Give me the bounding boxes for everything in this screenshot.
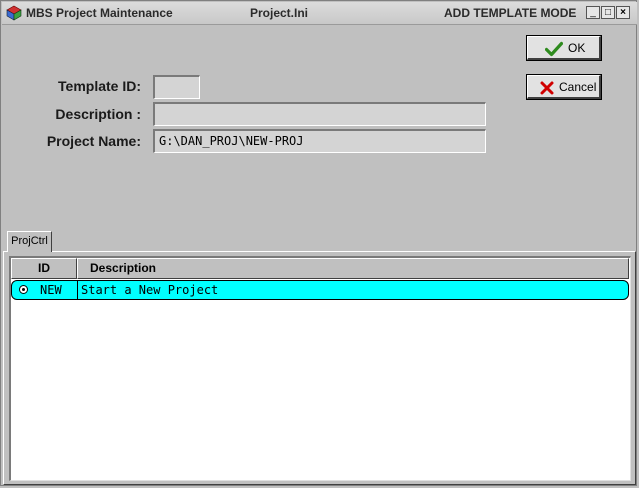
tab-projctrl[interactable]: ProjCtrl xyxy=(7,231,52,252)
template-id-label: Template ID: xyxy=(58,78,141,94)
file-name: Project.Ini xyxy=(250,6,309,20)
cancel-button[interactable]: Cancel xyxy=(526,74,602,100)
column-header-description[interactable]: Description xyxy=(77,258,629,279)
app-title: MBS Project Maintenance xyxy=(26,6,173,20)
template-table: ID Description NEW Start a New Project xyxy=(9,256,631,481)
app-icon xyxy=(6,5,22,21)
close-button[interactable]: × xyxy=(616,6,630,19)
description-label: Description : xyxy=(55,106,141,122)
mode-indicator: ADD TEMPLATE MODE xyxy=(444,6,577,20)
cancel-label: Cancel xyxy=(559,80,597,94)
column-header-id[interactable]: ID xyxy=(11,258,77,279)
template-id-field[interactable] xyxy=(153,75,200,99)
main-window: MBS Project Maintenance Project.Ini ADD … xyxy=(0,0,637,486)
table-row[interactable]: NEW Start a New Project xyxy=(11,280,629,300)
project-name-label: Project Name: xyxy=(46,133,141,149)
ok-button[interactable]: OK xyxy=(526,35,602,61)
description-field[interactable] xyxy=(153,102,486,126)
cell-divider xyxy=(77,281,78,299)
row-id-cell: NEW xyxy=(40,283,62,297)
x-icon xyxy=(540,81,554,95)
checkmark-icon xyxy=(545,41,563,57)
title-bar[interactable]: MBS Project Maintenance Project.Ini ADD … xyxy=(2,2,637,25)
minimize-button[interactable]: _ xyxy=(586,6,600,19)
maximize-button[interactable]: □ xyxy=(601,6,615,19)
row-description-cell: Start a New Project xyxy=(81,283,219,297)
ok-label: OK xyxy=(568,41,586,55)
row-selector-radio[interactable] xyxy=(19,285,28,294)
project-name-field[interactable]: G:\DAN_PROJ\NEW-PROJ xyxy=(153,129,486,153)
